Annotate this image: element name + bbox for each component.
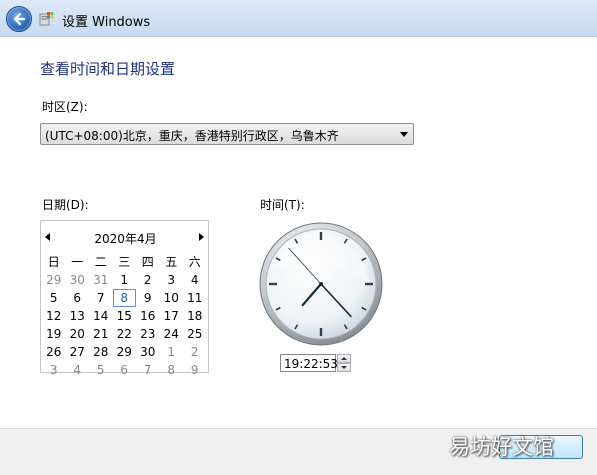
calendar-week-row: 26 27 28 29 30 1 2 bbox=[42, 343, 207, 361]
weekday-header: 二 bbox=[94, 255, 107, 269]
time-spinner[interactable] bbox=[337, 354, 351, 372]
calendar-day[interactable]: 6 bbox=[113, 361, 137, 379]
calendar-month-title[interactable]: 2020年4月 bbox=[41, 230, 210, 247]
spin-down-icon[interactable] bbox=[337, 363, 351, 372]
windows-setup-icon bbox=[39, 12, 54, 26]
calendar-day[interactable]: 15 bbox=[113, 307, 137, 325]
page-heading: 查看时间和日期设置 bbox=[40, 60, 176, 78]
calendar-day[interactable]: 31 bbox=[89, 271, 113, 289]
back-button[interactable] bbox=[6, 6, 32, 32]
calendar-day[interactable]: 2 bbox=[136, 271, 160, 289]
calendar-day[interactable]: 30 bbox=[136, 343, 160, 361]
calendar-weekday-row: 日一二三四五六 bbox=[42, 253, 207, 271]
calendar-day[interactable]: 19 bbox=[42, 325, 66, 343]
calendar-day[interactable]: 29 bbox=[113, 343, 137, 361]
time-input[interactable]: 19:22:53 bbox=[280, 354, 338, 372]
calendar-day[interactable]: 7 bbox=[136, 361, 160, 379]
spin-up-icon[interactable] bbox=[337, 354, 351, 363]
next-month-icon[interactable] bbox=[199, 233, 204, 241]
calendar-day[interactable]: 13 bbox=[66, 307, 90, 325]
calendar-day[interactable]: 25 bbox=[183, 325, 207, 343]
analog-clock bbox=[259, 222, 383, 346]
calendar-day[interactable]: 16 bbox=[136, 307, 160, 325]
weekday-header: 三 bbox=[118, 255, 131, 269]
calendar-day[interactable]: 28 bbox=[89, 343, 113, 361]
calendar-day[interactable]: 8 bbox=[160, 361, 184, 379]
weekday-header: 五 bbox=[165, 255, 178, 269]
calendar-day[interactable]: 9 bbox=[136, 289, 160, 307]
calendar-day[interactable]: 18 bbox=[183, 307, 207, 325]
calendar-day[interactable]: 2 bbox=[183, 343, 207, 361]
calendar-day[interactable]: 6 bbox=[66, 289, 90, 307]
calendar-day[interactable]: 4 bbox=[183, 271, 207, 289]
calendar-day[interactable]: 4 bbox=[66, 361, 90, 379]
calendar-day[interactable]: 9 bbox=[183, 361, 207, 379]
title-bar: 设置 Windows bbox=[0, 0, 597, 37]
time-label: 时间(T): bbox=[260, 198, 305, 212]
calendar-day[interactable]: 14 bbox=[89, 307, 113, 325]
weekday-header: 日 bbox=[47, 255, 60, 269]
calendar-day[interactable]: 27 bbox=[66, 343, 90, 361]
calendar-day[interactable]: 11 bbox=[183, 289, 207, 307]
dropdown-arrow-icon bbox=[400, 132, 408, 137]
watermark: 易坊好文馆 bbox=[449, 435, 554, 459]
calendar-day[interactable]: 3 bbox=[42, 361, 66, 379]
calendar: 2020年4月 日一二三四五六 29 30 31 1 2 3 4 5 6 7 8 9 10 11 12 13 14… bbox=[40, 220, 210, 377]
calendar-week-row: 29 30 31 1 2 3 4 bbox=[42, 271, 207, 289]
calendar-day[interactable]: 12 bbox=[42, 307, 66, 325]
back-arrow-icon bbox=[13, 12, 26, 26]
calendar-day[interactable]: 1 bbox=[113, 271, 137, 289]
calendar-week-row: 19 20 21 22 23 24 25 bbox=[42, 325, 207, 343]
calendar-day[interactable]: 30 bbox=[66, 271, 90, 289]
calendar-day[interactable]: 17 bbox=[160, 307, 184, 325]
calendar-day-selected[interactable]: 8 bbox=[112, 289, 136, 307]
calendar-day[interactable]: 7 bbox=[89, 289, 113, 307]
calendar-day[interactable]: 22 bbox=[113, 325, 137, 343]
timezone-dropdown[interactable]: (UTC+08:00)北京，重庆，香港特别行政区，乌鲁木齐 bbox=[40, 123, 414, 145]
weekday-header: 一 bbox=[71, 255, 84, 269]
timezone-label: 时区(Z): bbox=[42, 100, 88, 114]
weekday-header: 六 bbox=[188, 255, 201, 269]
date-label: 日期(D): bbox=[42, 198, 89, 212]
calendar-day[interactable]: 5 bbox=[89, 361, 113, 379]
timezone-value: (UTC+08:00)北京，重庆，香港特别行政区，乌鲁木齐 bbox=[45, 129, 339, 143]
calendar-day[interactable]: 29 bbox=[42, 271, 66, 289]
calendar-day[interactable]: 10 bbox=[160, 289, 184, 307]
calendar-week-row: 5 6 7 8 9 10 11 bbox=[42, 289, 207, 307]
calendar-grid: 日一二三四五六 29 30 31 1 2 3 4 5 6 7 8 9 10 11 12 13 14 15 16 17 18… bbox=[42, 253, 207, 379]
calendar-day[interactable]: 26 bbox=[42, 343, 66, 361]
weekday-header: 四 bbox=[141, 255, 154, 269]
calendar-week-row: 3456789 bbox=[42, 361, 207, 379]
calendar-day[interactable]: 5 bbox=[42, 289, 66, 307]
calendar-day[interactable]: 23 bbox=[136, 325, 160, 343]
calendar-day[interactable]: 21 bbox=[89, 325, 113, 343]
time-value: 19:22:53 bbox=[284, 357, 338, 371]
calendar-week-row: 12 13 14 15 16 17 18 bbox=[42, 307, 207, 325]
calendar-day[interactable]: 3 bbox=[160, 271, 184, 289]
calendar-day[interactable]: 20 bbox=[66, 325, 90, 343]
calendar-day[interactable]: 1 bbox=[160, 343, 184, 361]
calendar-day[interactable]: 24 bbox=[160, 325, 184, 343]
window-title: 设置 Windows bbox=[62, 15, 151, 30]
